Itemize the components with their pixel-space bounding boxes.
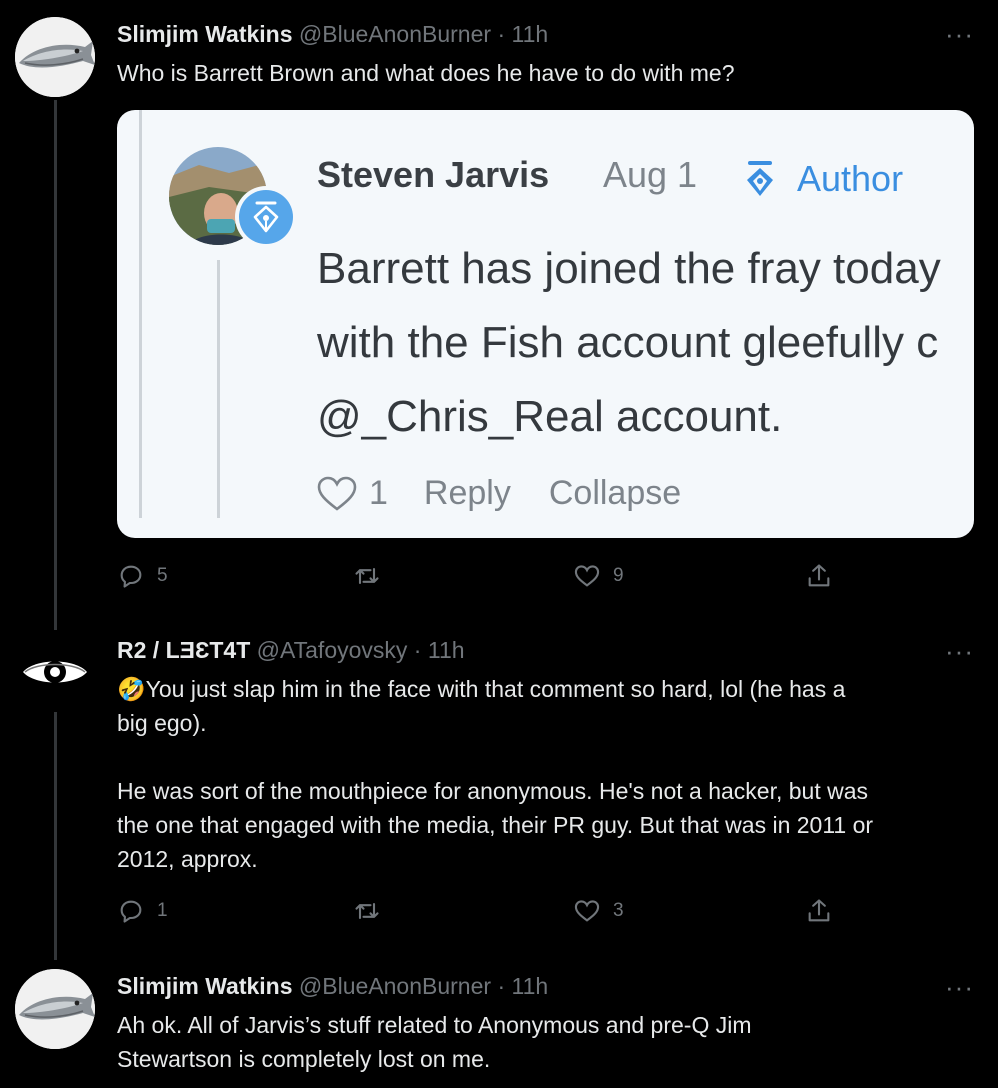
author-name[interactable]: R2 / LƎƐT4T	[117, 637, 250, 663]
avatar[interactable]	[15, 969, 95, 1049]
like-count: 9	[613, 565, 624, 586]
tweet-header: Slimjim Watkins @BlueAnonBurner · 11h	[117, 20, 548, 48]
author-badge-label: Author	[797, 158, 904, 199]
author-badge	[235, 186, 297, 248]
share-button[interactable]	[805, 897, 845, 925]
author-name[interactable]: Slimjim Watkins	[117, 21, 293, 47]
retweet-button[interactable]	[353, 897, 393, 925]
tweet-text: 🤣You just slap him in the face with that…	[117, 676, 874, 872]
card-thread-line-left	[139, 110, 142, 518]
tweet-text: Who is Barrett Brown and what does he ha…	[117, 60, 735, 86]
reply-bubble-icon	[120, 900, 142, 923]
embedded-screenshot[interactable]: Steven Jarvis Aug 1 Author Barrett has j…	[117, 110, 974, 538]
author-handle[interactable]: @BlueAnonBurner	[299, 21, 491, 47]
like-count: 3	[613, 900, 624, 921]
heart-icon	[574, 565, 600, 587]
card-reply-label: Reply	[423, 474, 511, 512]
author-label: Author	[745, 158, 903, 200]
timestamp[interactable]: 11h	[512, 973, 549, 999]
more-options-button[interactable]: ···	[945, 638, 974, 664]
avatar[interactable]	[15, 17, 95, 97]
tweet-actions: 1 3	[117, 897, 841, 931]
timestamp[interactable]: 11h	[512, 21, 549, 47]
pen-nib-icon	[253, 201, 279, 233]
reply-button[interactable]: 5	[117, 562, 168, 590]
share-button[interactable]	[805, 562, 845, 590]
more-options-button[interactable]: ···	[945, 974, 974, 1000]
heart-icon	[574, 900, 600, 922]
thread-line-2	[54, 694, 57, 960]
tweet-header: Slimjim Watkins @BlueAnonBurner · 11h	[117, 972, 548, 1000]
retweet-button[interactable]	[353, 562, 393, 590]
share-icon	[808, 564, 830, 587]
card-actions: 1 Reply Collapse	[317, 474, 681, 513]
card-like: 1	[317, 474, 388, 513]
card-collapse-label: Collapse	[548, 474, 682, 512]
tweet-actions: 5 9	[117, 562, 841, 596]
heart-icon	[317, 476, 357, 511]
more-options-button[interactable]: ···	[945, 21, 974, 47]
reply-count: 5	[157, 565, 168, 586]
timestamp[interactable]: 11h	[428, 637, 465, 663]
author-handle[interactable]: @BlueAnonBurner	[299, 973, 491, 999]
separator-dot: ·	[497, 21, 506, 47]
card-thread-line-right	[217, 260, 220, 518]
reply-bubble-icon	[120, 565, 142, 588]
card-date: Aug 1	[603, 154, 698, 195]
like-button[interactable]: 3	[573, 897, 624, 925]
tweet-header: R2 / LƎƐT4T @ATafoyovsky · 11h	[117, 636, 465, 664]
card-like-count: 1	[369, 474, 388, 512]
tweet-text: Ah ok. All of Jarvis’s stuff related to …	[117, 1012, 752, 1072]
retweet-icon	[355, 567, 379, 585]
separator-dot: ·	[497, 973, 506, 999]
thread-line-1	[54, 100, 57, 630]
card-comment-text: Barrett has joined the fray today with t…	[317, 244, 941, 441]
reply-count: 1	[157, 900, 168, 921]
card-author-name: Steven Jarvis	[317, 154, 550, 195]
author-handle[interactable]: @ATafoyovsky	[257, 637, 408, 663]
pen-nib-icon	[747, 161, 773, 196]
retweet-icon	[355, 902, 379, 920]
author-name[interactable]: Slimjim Watkins	[117, 973, 293, 999]
separator-dot: ·	[413, 637, 422, 663]
like-button[interactable]: 9	[573, 562, 624, 590]
reply-button[interactable]: 1	[117, 897, 168, 925]
share-icon	[808, 899, 830, 922]
avatar[interactable]	[15, 632, 95, 712]
